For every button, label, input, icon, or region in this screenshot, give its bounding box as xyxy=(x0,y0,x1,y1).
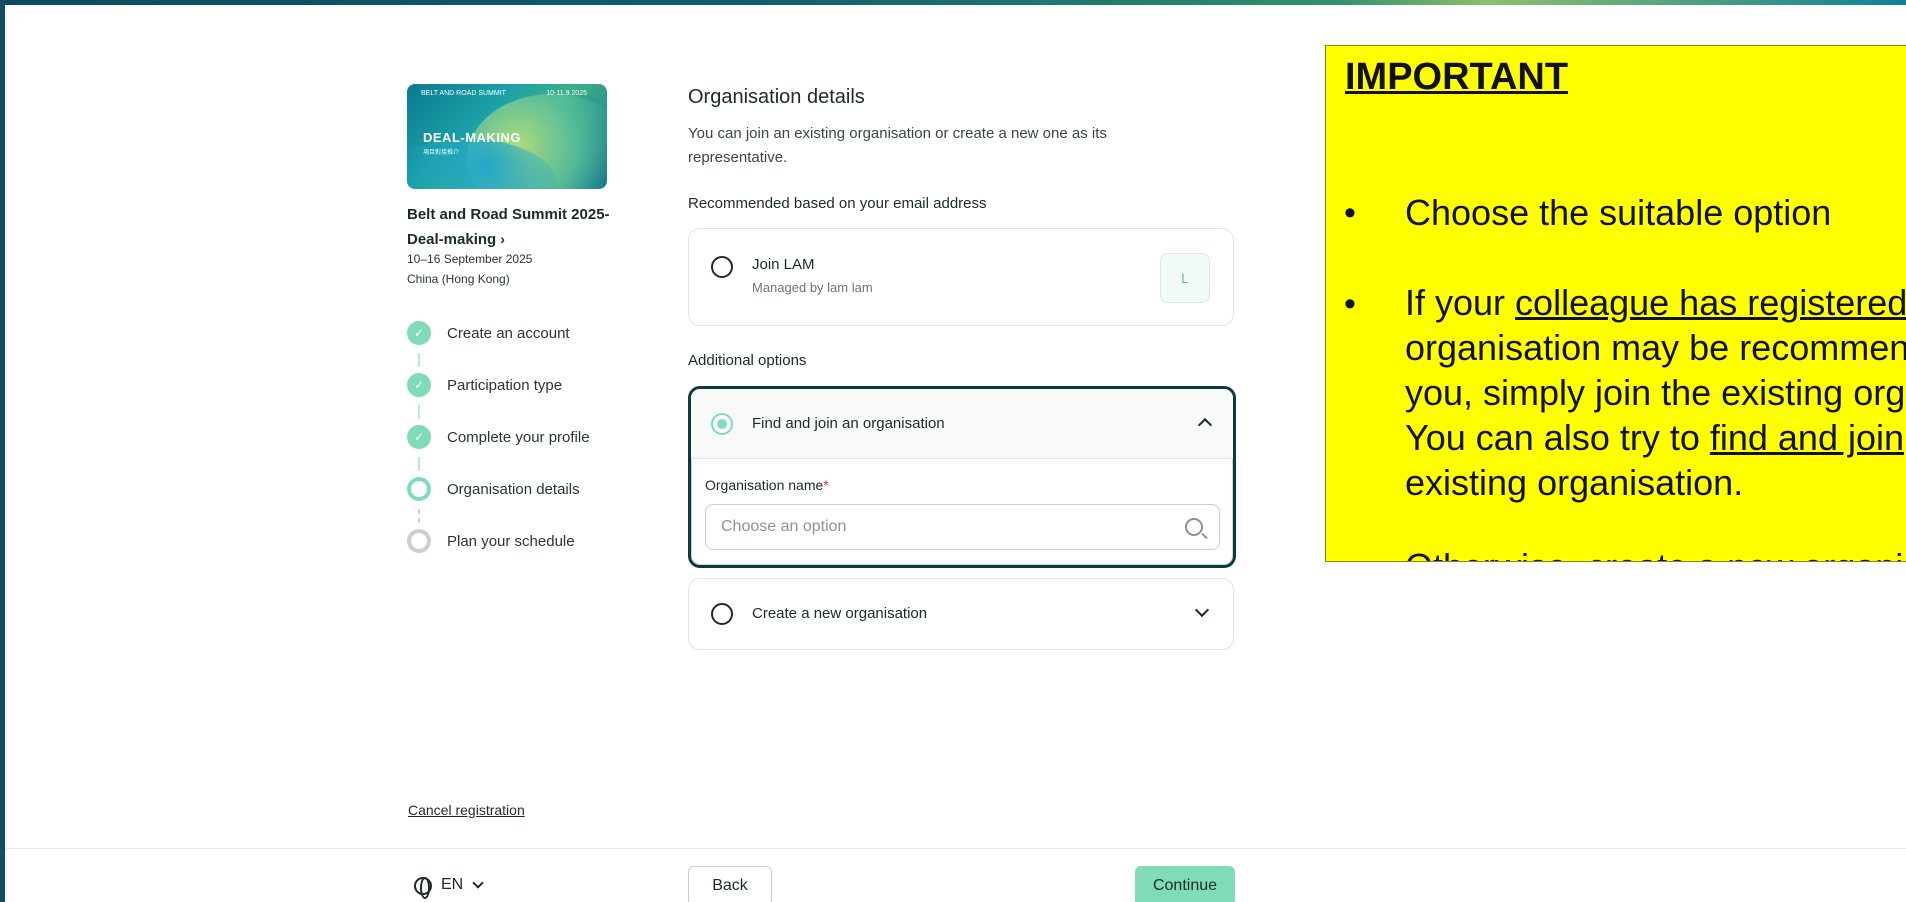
bullet-icon: • xyxy=(1344,549,1356,561)
radio-button-selected[interactable] xyxy=(711,413,733,435)
page-description: You can join an existing organisation or… xyxy=(688,125,1107,166)
note-line: existing organisation. xyxy=(1405,462,1744,503)
required-marker: * xyxy=(823,477,829,493)
chevron-right-icon: › xyxy=(500,231,505,247)
note-line: Otherwise, create a new organisation xyxy=(1405,544,1906,561)
banner-summit-label: BELT AND ROAD SUMMIT xyxy=(421,90,506,97)
note-underlined-text: create a new organisation xyxy=(1587,546,1906,561)
step-connector xyxy=(418,457,420,471)
radio-button[interactable] xyxy=(711,256,733,278)
important-note: IMPORTANT • Choose the suitable option •… xyxy=(1325,45,1906,562)
option-label: Find and join an organisation xyxy=(752,415,945,432)
step-connector xyxy=(418,509,420,523)
banner-subtitle: 項目對接推介 xyxy=(423,150,460,156)
option-subtitle: Managed by lam lam xyxy=(752,280,873,295)
step-organisation-details: Organisation details xyxy=(407,476,647,502)
find-join-option: Find and join an organisation Organisati… xyxy=(688,386,1236,568)
step-label: Plan your schedule xyxy=(447,533,575,550)
organisation-name-label: Organisation name* xyxy=(705,477,829,493)
step-label: Complete your profile xyxy=(447,429,590,446)
pending-step-icon xyxy=(407,529,431,553)
note-text: If your xyxy=(1405,282,1516,323)
chevron-up-icon[interactable] xyxy=(1197,417,1213,433)
bullet-icon: • xyxy=(1344,194,1356,232)
step-connector xyxy=(418,405,420,419)
organisation-avatar: L xyxy=(1160,253,1210,303)
event-banner-image: BELT AND ROAD SUMMIT 10-11.9.2025 DEAL-M… xyxy=(407,84,607,189)
current-step-icon xyxy=(407,477,431,501)
language-selector[interactable]: EN xyxy=(441,876,463,894)
note-text: Otherwise, xyxy=(1405,546,1587,561)
chevron-down-icon[interactable] xyxy=(1194,602,1210,618)
chevron-down-icon[interactable] xyxy=(472,877,484,889)
check-icon: ✓ xyxy=(407,425,431,449)
page-title: Organisation details xyxy=(688,86,865,108)
step-complete-profile: ✓ Complete your profile xyxy=(407,424,647,450)
note-line: organisation may be recommended to xyxy=(1405,327,1906,368)
step-label: Organisation details xyxy=(447,481,580,498)
footer-divider xyxy=(5,848,1906,849)
note-text: You can also try to xyxy=(1405,417,1710,458)
note-line: you, simply join the existing organisati… xyxy=(1405,372,1906,413)
join-lam-option[interactable]: Join LAM Managed by lam lam L xyxy=(688,228,1234,326)
check-icon: ✓ xyxy=(407,373,431,397)
note-title: IMPORTANT xyxy=(1345,56,1569,98)
option-label: Create a new organisation xyxy=(752,605,928,622)
field-label-text: Organisation name xyxy=(705,477,824,493)
banner-title: DEAL-MAKING xyxy=(423,130,521,145)
globe-icon xyxy=(414,877,432,899)
note-line: Choose the suitable option xyxy=(1405,192,1832,233)
note-underlined-text: find and join xyxy=(1709,417,1905,458)
top-accent-strip xyxy=(0,0,1906,5)
event-name: Belt and Road Summit 2025-Deal-making xyxy=(407,206,610,248)
check-icon: ✓ xyxy=(407,321,431,345)
step-create-account: ✓ Create an account xyxy=(407,320,647,346)
bullet-icon: • xyxy=(1344,285,1356,323)
find-join-header[interactable]: Find and join an organisation xyxy=(691,389,1233,459)
recommended-heading: Recommended based on your email address xyxy=(688,195,987,212)
left-accent-strip xyxy=(0,0,5,902)
note-line: You can also try to find and join xyxy=(1405,415,1906,460)
note-line: If your colleague has registered xyxy=(1405,280,1906,325)
step-participation-type: ✓ Participation type xyxy=(407,372,647,398)
radio-button[interactable] xyxy=(711,603,733,625)
step-plan-schedule: Plan your schedule xyxy=(407,528,647,554)
option-label: Join LAM xyxy=(752,256,815,273)
step-label: Create an account xyxy=(447,325,570,342)
event-name-link[interactable]: Belt and Road Summit 2025-Deal-making › xyxy=(407,203,637,252)
event-dates: 10–16 September 2025 xyxy=(407,252,533,266)
back-button[interactable]: Back xyxy=(688,866,772,902)
continue-button[interactable]: Continue xyxy=(1135,866,1235,902)
create-new-option[interactable]: Create a new organisation xyxy=(688,578,1234,650)
banner-date: 10-11.9.2025 xyxy=(546,90,587,97)
note-underlined-text: colleague has registered xyxy=(1515,282,1906,323)
step-label: Participation type xyxy=(447,377,563,394)
additional-options-heading: Additional options xyxy=(688,352,807,369)
search-icon xyxy=(1185,518,1203,536)
organisation-search-input[interactable] xyxy=(705,504,1220,550)
event-location: China (Hong Kong) xyxy=(407,272,510,286)
step-connector xyxy=(418,353,420,367)
cancel-registration-link[interactable]: Cancel registration xyxy=(408,802,525,818)
